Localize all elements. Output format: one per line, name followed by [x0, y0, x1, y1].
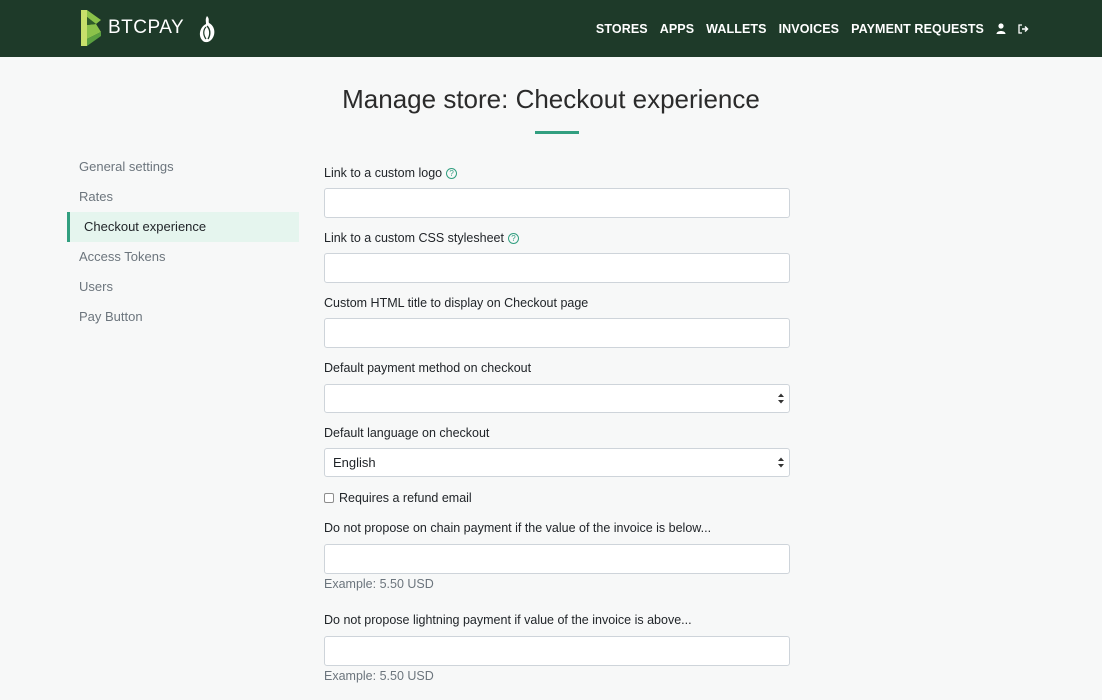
custom-css-input[interactable] [324, 253, 790, 283]
sidebar-item-users[interactable]: Users [67, 272, 299, 302]
custom-logo-input[interactable] [324, 188, 790, 218]
lightning-max-input[interactable] [324, 636, 790, 666]
html-title-input[interactable] [324, 318, 790, 348]
page-title: Manage store: Checkout experience [342, 84, 760, 114]
select-arrows-icon [778, 457, 784, 468]
default-language-select[interactable]: English [324, 448, 790, 477]
title-underline [535, 131, 579, 134]
btcpay-logo-icon [81, 10, 101, 46]
lightning-max-label: Do not propose lightning payment if valu… [324, 613, 692, 627]
sidebar-item-checkout-experience[interactable]: Checkout experience [67, 212, 299, 242]
tor-onion-icon [200, 16, 215, 43]
help-icon[interactable]: ? [446, 168, 458, 179]
nav-stores[interactable]: STORES [596, 22, 648, 36]
refund-email-label: Requires a refund email [339, 491, 472, 505]
sidebar-item-general-settings[interactable]: General settings [67, 152, 299, 182]
default-payment-method-label: Default payment method on checkout [324, 361, 532, 375]
sidebar-item-access-tokens[interactable]: Access Tokens [67, 242, 299, 272]
sidebar-item-rates[interactable]: Rates [67, 182, 299, 212]
sidebar-item-pay-button[interactable]: Pay Button [67, 302, 299, 332]
default-language-value: English [333, 455, 376, 470]
default-payment-method-select[interactable] [324, 384, 790, 413]
logout-icon[interactable] [1018, 23, 1029, 34]
lightning-max-hint: Example: 5.50 USD [324, 669, 434, 683]
custom-logo-label: Link to a custom logo? [324, 166, 458, 180]
refund-email-option[interactable]: Requires a refund email [324, 491, 472, 505]
select-arrows-icon [778, 393, 784, 404]
nav-apps[interactable]: APPS [660, 22, 694, 36]
onchain-min-label: Do not propose on chain payment if the v… [324, 521, 712, 535]
top-navbar: BTCPAY STORES APPS WALLETS INVOICES PAYM… [0, 0, 1102, 57]
help-icon[interactable]: ? [507, 233, 519, 244]
refund-email-checkbox[interactable] [324, 493, 334, 503]
onchain-min-input[interactable] [324, 544, 790, 574]
nav-payment-requests[interactable]: PAYMENT REQUESTS [851, 22, 984, 36]
default-language-label: Default language on checkout [324, 426, 490, 440]
brand-logo[interactable]: BTCPAY [79, 8, 218, 48]
html-title-label: Custom HTML title to display on Checkout… [324, 296, 589, 310]
custom-css-label: Link to a custom CSS stylesheet? [324, 231, 519, 245]
main-nav: STORES APPS WALLETS INVOICES PAYMENT REQ… [584, 0, 1029, 57]
brand-name: BTCPAY [108, 17, 185, 38]
user-icon[interactable] [996, 23, 1006, 34]
store-settings-sidebar: General settings Rates Checkout experien… [67, 152, 299, 332]
nav-invoices[interactable]: INVOICES [779, 22, 840, 36]
onchain-min-hint: Example: 5.50 USD [324, 577, 434, 591]
nav-wallets[interactable]: WALLETS [706, 22, 766, 36]
